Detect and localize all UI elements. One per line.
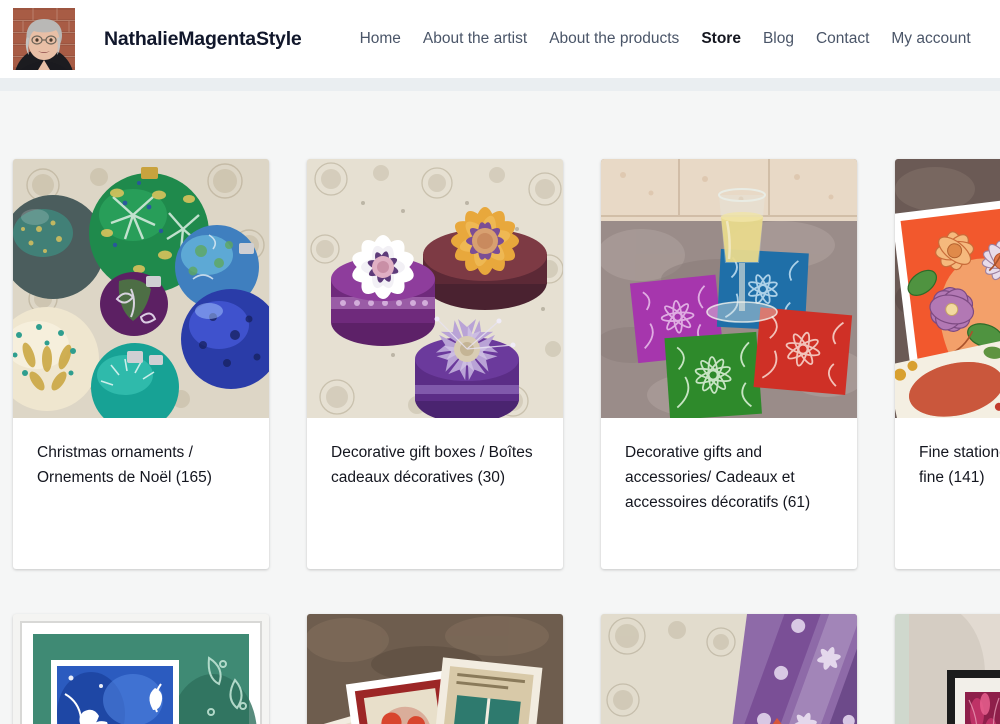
category-card-body: Decorative gift boxes / Boîtes cadeaux d… (307, 418, 563, 510)
category-title: Decorative gifts and accessories/ Cadeau… (625, 444, 811, 511)
category-title: Christmas ornaments / Ornements de Noël … (37, 444, 212, 486)
category-card-decorative-gift-boxes[interactable]: Decorative gift boxes / Boîtes cadeaux d… (307, 159, 563, 569)
category-title: Fine stationery / Papeterie fine (141) (919, 444, 1000, 486)
category-image-handmade-greeting-cards (307, 614, 563, 724)
category-image-patterned-fabric-collage (601, 614, 857, 724)
category-card-body: Decorative gifts and accessories/ Cadeau… (601, 418, 857, 535)
nav-item-contact[interactable]: Contact (816, 30, 869, 48)
category-image-fine-stationery (895, 159, 1000, 418)
category-image-decorative-gifts-accessories (601, 159, 857, 418)
category-card-row2-2[interactable] (307, 614, 563, 724)
category-card-row2-1[interactable] (13, 614, 269, 724)
category-card-body: Fine stationery / Papeterie fine (141) (895, 418, 1000, 510)
category-card-row2-3[interactable] (601, 614, 857, 724)
avatar (13, 8, 75, 70)
nav-item-store[interactable]: Store (701, 30, 741, 48)
category-image-framed-textile-art (895, 614, 1000, 724)
nav-item-home[interactable]: Home (360, 30, 401, 48)
brand[interactable]: NathalieMagentaStyle (13, 8, 302, 70)
category-card-christmas-ornaments[interactable]: Christmas ornaments / Ornements de Noël … (13, 159, 269, 569)
category-card-row2-4[interactable] (895, 614, 1000, 724)
nav-item-about-the-products[interactable]: About the products (549, 30, 679, 48)
store-page: Christmas ornaments / Ornements de Noël … (0, 91, 1000, 724)
category-image-batik-bird-print (13, 614, 269, 724)
category-card-decorative-gifts-accessories[interactable]: Decorative gifts and accessories/ Cadeau… (601, 159, 857, 569)
category-grid: Christmas ornaments / Ornements de Noël … (0, 91, 1000, 724)
category-card-fine-stationery[interactable]: Fine stationery / Papeterie fine (141) (895, 159, 1000, 569)
nav-item-about-the-artist[interactable]: About the artist (423, 30, 527, 48)
category-title: Decorative gift boxes / Boîtes cadeaux d… (331, 444, 533, 486)
main-navigation: Home About the artist About the products… (360, 30, 1000, 48)
nav-item-blog[interactable]: Blog (763, 30, 794, 48)
site-header: NathalieMagentaStyle Home About the arti… (0, 0, 1000, 78)
brand-title: NathalieMagentaStyle (104, 27, 302, 50)
category-card-body: Christmas ornaments / Ornements de Noël … (13, 418, 269, 510)
nav-item-my-account[interactable]: My account (891, 30, 970, 48)
category-image-christmas-ornaments (13, 159, 269, 418)
header-divider-band (0, 78, 1000, 91)
category-image-decorative-gift-boxes (307, 159, 563, 418)
